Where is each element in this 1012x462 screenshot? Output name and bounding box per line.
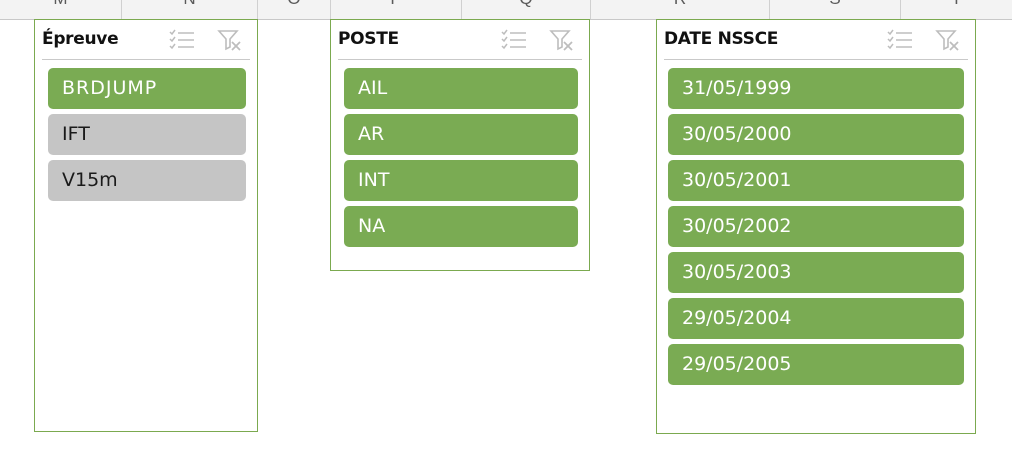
slicer-item-ail[interactable]: AIL	[344, 68, 578, 109]
slicer-separator	[338, 59, 582, 60]
column-header-q[interactable]: Q	[462, 0, 591, 19]
column-letter: P	[331, 0, 461, 9]
slicer-poste[interactable]: POSTE AIL AR INT NA	[330, 19, 590, 271]
column-letter: R	[591, 0, 769, 9]
column-letter: S	[770, 0, 900, 9]
slicer-item-ar[interactable]: AR	[344, 114, 578, 155]
slicer-item-na[interactable]: NA	[344, 206, 578, 247]
column-header-s[interactable]: S	[770, 0, 901, 19]
slicer-item-date[interactable]: 31/05/1999	[668, 68, 964, 109]
slicer-epreuve[interactable]: Épreuve BRDJUMP IFT V15m	[34, 19, 258, 432]
slicer-item-v15m[interactable]: V15m	[48, 160, 246, 201]
slicer-item-date[interactable]: 30/05/2002	[668, 206, 964, 247]
column-letter: N	[122, 0, 257, 9]
column-header-r[interactable]: R	[591, 0, 770, 19]
slicer-title: POSTE	[338, 29, 399, 49]
slicer-item-ift[interactable]: IFT	[48, 114, 246, 155]
column-header-t[interactable]: T	[901, 0, 1012, 19]
multi-select-icon[interactable]	[886, 26, 914, 54]
slicer-item-date[interactable]: 29/05/2005	[668, 344, 964, 385]
column-header-m[interactable]: M	[0, 0, 122, 19]
column-letter: T	[901, 0, 1012, 9]
slicer-separator	[42, 59, 250, 60]
slicer-item-date[interactable]: 30/05/2000	[668, 114, 964, 155]
column-header-bar: M N O P Q R S T	[0, 0, 1012, 20]
column-header-n[interactable]: N	[122, 0, 258, 19]
slicer-item-int[interactable]: INT	[344, 160, 578, 201]
column-header-p[interactable]: P	[331, 0, 462, 19]
slicer-separator	[664, 59, 968, 60]
column-letter: O	[258, 0, 330, 9]
slicer-item-date[interactable]: 29/05/2004	[668, 298, 964, 339]
clear-filter-icon[interactable]	[548, 26, 576, 54]
slicer-date-nssce[interactable]: DATE NSSCE 31/05/1999 30/05/2000 30/05/2…	[656, 19, 976, 434]
multi-select-icon[interactable]	[168, 26, 196, 54]
clear-filter-icon[interactable]	[934, 26, 962, 54]
column-header-o[interactable]: O	[258, 0, 331, 19]
clear-filter-icon[interactable]	[216, 26, 244, 54]
slicer-item-brdjump[interactable]: BRDJUMP	[48, 68, 246, 109]
column-letter: Q	[462, 0, 590, 9]
multi-select-icon[interactable]	[500, 26, 528, 54]
column-letter: M	[0, 0, 121, 9]
slicer-title: DATE NSSCE	[664, 29, 779, 49]
slicer-title: Épreuve	[42, 29, 119, 49]
slicer-item-date[interactable]: 30/05/2003	[668, 252, 964, 293]
slicer-item-date[interactable]: 30/05/2001	[668, 160, 964, 201]
spreadsheet-canvas: M N O P Q R S T Épreuve	[0, 0, 1012, 462]
